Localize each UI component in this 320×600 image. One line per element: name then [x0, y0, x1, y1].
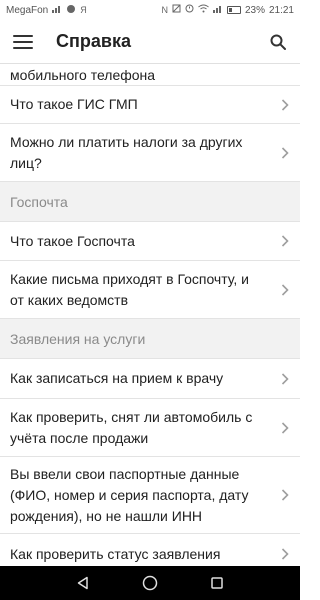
chevron-right-icon — [280, 489, 290, 501]
home-button[interactable] — [135, 568, 165, 598]
search-icon — [270, 34, 286, 50]
list-item-label: Как проверить статус заявления — [10, 545, 221, 562]
status-bar: MegaFon Я N 23% 21:21 — [0, 0, 300, 20]
chat-icon — [66, 4, 76, 17]
chevron-right-icon — [280, 235, 290, 247]
section-header: Заявления на услуги — [0, 319, 300, 359]
status-bar-left: MegaFon Я — [6, 4, 87, 17]
list-item[interactable]: мобильного телефона — [0, 64, 300, 86]
chevron-right-icon — [280, 548, 290, 560]
back-button[interactable] — [68, 568, 98, 598]
signal-icon — [52, 4, 62, 16]
chevron-right-icon — [280, 146, 290, 159]
list-item-label: Можно ли платить налоги за других лиц? — [10, 133, 243, 171]
status-bar-right: N 23% 21:21 — [161, 4, 294, 16]
recents-square-icon — [210, 577, 223, 589]
mute-icon — [172, 4, 181, 16]
clock: 21:21 — [268, 4, 294, 16]
recents-button[interactable] — [202, 568, 232, 598]
list-item-label: Вы ввели свои паспортные данные (ФИО, но… — [10, 465, 249, 524]
carrier-label: MegaFon — [6, 4, 49, 16]
page-title: Справка — [56, 31, 131, 51]
search-button[interactable] — [256, 20, 300, 64]
yandex-icon: Я — [80, 5, 87, 15]
hamburger-icon — [13, 34, 33, 49]
chevron-right-icon — [280, 98, 290, 111]
back-triangle-icon — [78, 576, 89, 590]
list-item[interactable]: Какие письма приходят в Госпочту, и от к… — [0, 261, 300, 319]
list-item-label: Что такое ГИС ГМП — [10, 96, 138, 112]
alarm-icon — [185, 4, 194, 16]
chevron-right-icon — [280, 283, 290, 296]
home-circle-icon — [142, 575, 158, 591]
list-item-label: Какие письма приходят в Госпочту, и от к… — [10, 270, 249, 308]
system-nav-bar — [0, 566, 300, 600]
nfc-icon: N — [161, 5, 168, 15]
list-item[interactable]: Вы ввели свои паспортные данные (ФИО, но… — [0, 457, 300, 534]
list-item[interactable]: Что такое Госпочта — [0, 222, 300, 261]
battery-icon — [226, 6, 241, 14]
list-item[interactable]: Как проверить статус заявления — [0, 534, 300, 566]
app-bar: Справка — [0, 20, 300, 64]
list-item[interactable]: Как записаться на прием к врачу — [0, 359, 300, 399]
list-item[interactable]: Что такое ГИС ГМП — [0, 86, 300, 124]
battery-percent: 23% — [244, 4, 265, 16]
list-item[interactable]: Как проверить, снят ли автомобиль с учёт… — [0, 399, 300, 457]
help-list: мобильного телефона Что такое ГИС ГМП Мо… — [0, 64, 300, 566]
list-item-label: Как проверить, снят ли автомобиль с учёт… — [10, 408, 253, 446]
list-item-label: мобильного телефона — [10, 67, 156, 83]
section-header: Госпочта — [0, 182, 300, 222]
chevron-right-icon — [280, 372, 290, 385]
wifi-icon — [198, 4, 209, 16]
chevron-right-icon — [280, 421, 290, 434]
list-item[interactable]: Можно ли платить налоги за других лиц? — [0, 124, 300, 182]
signal-icon — [212, 4, 223, 16]
menu-button[interactable] — [0, 20, 46, 64]
list-item-label: Как записаться на прием к врачу — [10, 370, 224, 386]
list-item-label: Что такое Госпочта — [10, 232, 135, 249]
